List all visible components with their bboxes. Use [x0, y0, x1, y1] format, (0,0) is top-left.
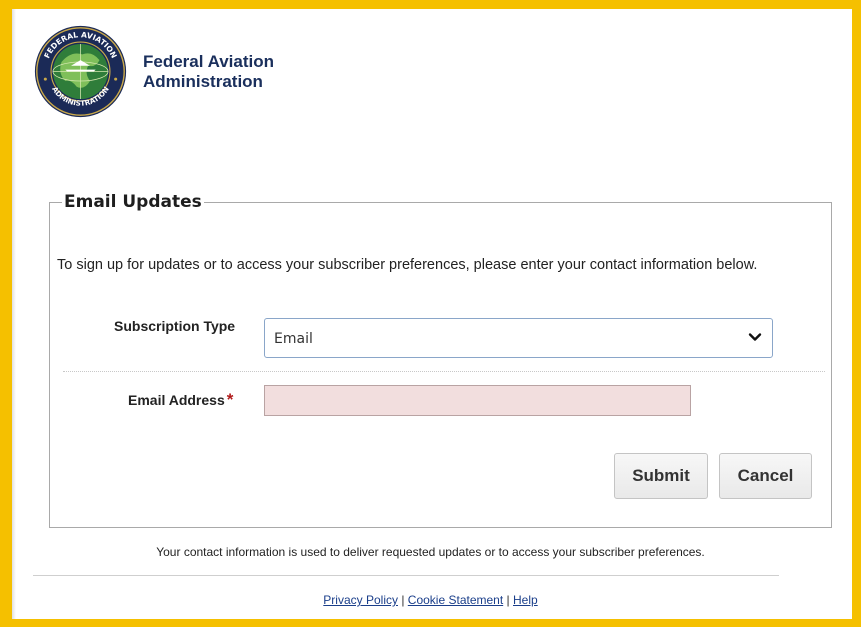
email-field[interactable]: [264, 385, 691, 416]
intro-text: To sign up for updates or to access your…: [57, 257, 758, 273]
help-link[interactable]: Help: [513, 593, 538, 607]
fieldset-legend: Email Updates: [62, 192, 204, 212]
email-address-label: Email Address *: [128, 390, 233, 410]
footer-note: Your contact information is used to deli…: [156, 545, 705, 559]
email-updates-fieldset: [49, 202, 832, 528]
faa-seal-logo: FEDERAL AVIATION ADMINISTRATION: [34, 25, 127, 118]
footer-links: Privacy Policy | Cookie Statement | Help: [0, 593, 861, 607]
footer-separator: |: [401, 593, 405, 607]
footer-divider: [33, 575, 779, 576]
privacy-policy-link[interactable]: Privacy Policy: [323, 593, 398, 607]
subscription-type-label: Subscription Type: [114, 318, 236, 334]
chevron-down-icon: [748, 333, 762, 341]
frame-shadow: [12, 9, 16, 619]
agency-name-line1: Federal Aviation: [143, 52, 274, 71]
submit-button[interactable]: Submit: [614, 453, 708, 499]
agency-name-line2: Administration: [143, 72, 263, 91]
subscription-type-select[interactable]: Email: [264, 318, 773, 358]
agency-name: Federal Aviation Administration: [143, 52, 274, 92]
footer-separator: |: [506, 593, 510, 607]
cancel-button[interactable]: Cancel: [719, 453, 812, 499]
cookie-statement-link[interactable]: Cookie Statement: [408, 593, 503, 607]
form-row-divider: [63, 371, 825, 372]
required-marker: *: [226, 390, 234, 409]
email-address-label-text: Email Address: [128, 392, 225, 408]
subscription-type-value: Email: [274, 331, 313, 347]
